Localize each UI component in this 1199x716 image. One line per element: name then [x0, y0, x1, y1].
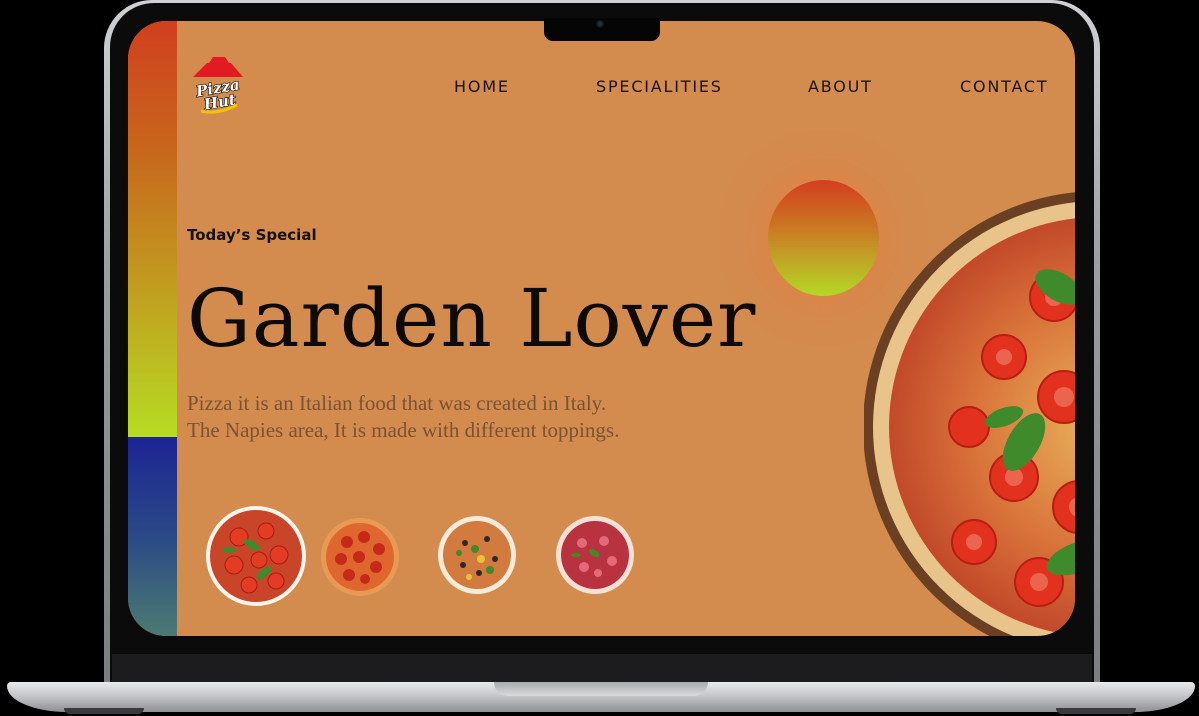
camera-notch	[544, 18, 660, 41]
hero-description: Pizza it is an Italian food that was cre…	[187, 390, 727, 444]
pizza-thumbnail-4[interactable]	[554, 515, 636, 595]
color-strip	[128, 21, 177, 636]
pizza-thumbnail-2[interactable]	[319, 517, 401, 597]
main-nav: HOME SPECIALITIES ABOUT CONTACT	[128, 77, 1075, 97]
camera-icon	[596, 20, 604, 28]
nav-home-link[interactable]: HOME	[454, 77, 510, 96]
website-screen: Pizza Hut HOME SPECIALITIES ABOUT CONTAC…	[128, 21, 1075, 636]
laptop-base-notch	[494, 682, 708, 696]
laptop-chin	[112, 654, 1092, 684]
gradient-orb	[768, 180, 879, 296]
nav-specialities-link[interactable]: SPECIALITIES	[596, 77, 723, 96]
featured-pizza-image	[864, 192, 1075, 636]
hero-description-line-1: Pizza it is an Italian food that was cre…	[187, 391, 607, 415]
pizza-thumbnail-3[interactable]	[435, 515, 519, 595]
nav-about-link[interactable]: ABOUT	[808, 77, 873, 96]
pizza-thumbnail-1[interactable]	[204, 505, 308, 607]
color-strip-cool	[128, 437, 177, 636]
nav-contact-link[interactable]: CONTACT	[960, 77, 1048, 96]
laptop-foot-right	[1056, 708, 1136, 714]
todays-special-label: Today’s Special	[187, 226, 317, 244]
hero-title: Garden Lover	[187, 272, 757, 365]
hero-description-line-2: The Napies area, It is made with differe…	[187, 418, 620, 442]
laptop-foot-left	[64, 708, 144, 714]
